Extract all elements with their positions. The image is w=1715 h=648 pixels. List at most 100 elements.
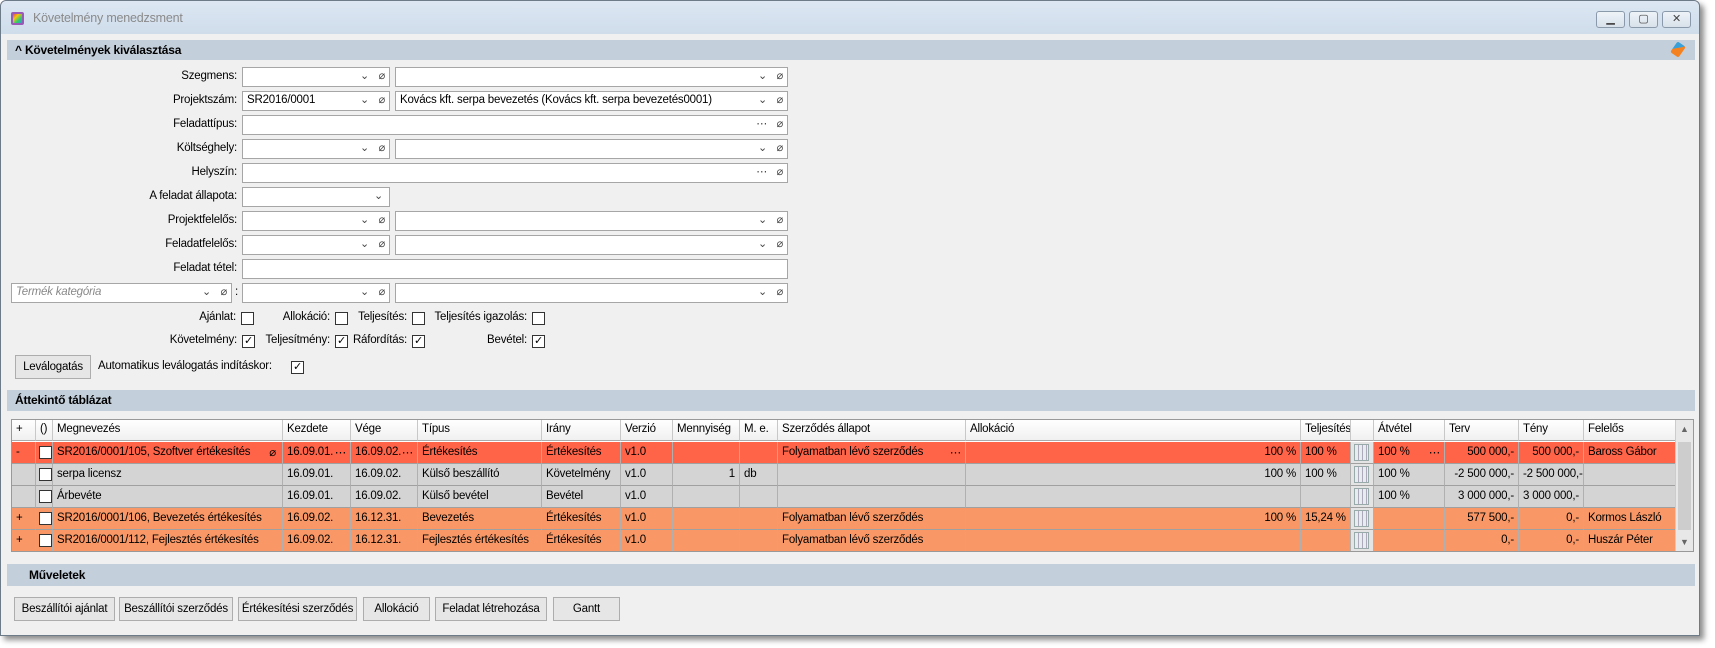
- paperclip-icon[interactable]: ⌀: [777, 117, 784, 130]
- paperclip-icon[interactable]: ⌀: [379, 285, 386, 298]
- chevron-down-icon[interactable]: ⌄: [758, 141, 767, 154]
- filter-section-header[interactable]: ^ Követelmények kiválasztása: [7, 40, 1695, 60]
- chevron-down-icon[interactable]: ⌄: [360, 213, 369, 226]
- column-header-14[interactable]: Átvétel: [1374, 420, 1445, 441]
- chevron-down-icon[interactable]: ⌄: [374, 189, 383, 202]
- követelmény-checkbox[interactable]: ✓: [242, 335, 255, 348]
- teljesítmény-checkbox[interactable]: ✓: [335, 335, 348, 348]
- table-row[interactable]: serpa licensz 16.09.01. 16.09.02. Külső bes…: [12, 464, 1676, 486]
- column-header-12[interactable]: Teljesítés: [1301, 420, 1351, 441]
- projektfelelős-combo[interactable]: ⌄ ⌀: [242, 211, 390, 231]
- collapse-icon[interactable]: ^: [15, 43, 22, 57]
- close-button[interactable]: ✕: [1662, 11, 1691, 28]
- paperclip-icon[interactable]: ⌀: [777, 141, 784, 154]
- action-button-feladat-létrehozása[interactable]: Feladat létrehozása: [435, 597, 547, 621]
- paperclip-icon[interactable]: ⌀: [221, 285, 228, 298]
- action-button-értékesítési-szerződés[interactable]: Értékesítési szerződés: [238, 597, 357, 621]
- scroll-up-icon[interactable]: ▲: [1680, 424, 1689, 434]
- feladatfelelős-name-combo[interactable]: ⌄ ⌀: [395, 235, 788, 255]
- table-row[interactable]: Árbevéte 16.09.01. 16.09.02. Külső bevétel B…: [12, 486, 1676, 508]
- paperclip-icon[interactable]: ⌀: [777, 69, 784, 82]
- szegmens-name-combo[interactable]: ⌄ ⌀: [395, 67, 788, 87]
- column-header-5[interactable]: Típus: [418, 420, 542, 441]
- paperclip-icon[interactable]: ⌀: [269, 445, 276, 459]
- column-header-16[interactable]: Tény: [1519, 420, 1584, 441]
- table-cell[interactable]: [36, 508, 53, 530]
- column-header-17[interactable]: Felelős: [1584, 420, 1676, 441]
- action-button-beszállítói-ajánlat[interactable]: Beszállítói ajánlat: [14, 597, 115, 621]
- column-header-11[interactable]: Allokáció: [966, 420, 1301, 441]
- grid-icon[interactable]: [1354, 488, 1369, 505]
- grid-icon[interactable]: [1354, 466, 1369, 483]
- chevron-down-icon[interactable]: ⌄: [758, 93, 767, 106]
- row-checkbox[interactable]: [39, 534, 52, 547]
- minimize-button[interactable]: ▁: [1596, 11, 1625, 28]
- paperclip-icon[interactable]: ⌀: [777, 285, 784, 298]
- column-header-2[interactable]: Megnevezés: [53, 420, 283, 441]
- paperclip-icon[interactable]: ⌀: [777, 165, 784, 178]
- eraser-icon[interactable]: [1670, 41, 1686, 58]
- ráfordítás-checkbox[interactable]: ✓: [412, 335, 425, 348]
- column-header-15[interactable]: Terv: [1445, 420, 1519, 441]
- table-row[interactable]: - SR2016/0001/105, Szoftver értékesítés ⌀ 1…: [12, 442, 1676, 464]
- column-header-0[interactable]: +: [12, 420, 36, 441]
- chevron-down-icon[interactable]: ⌄: [360, 69, 369, 82]
- expand-toggle[interactable]: -: [16, 446, 20, 458]
- paperclip-icon[interactable]: ⌀: [777, 237, 784, 250]
- a-feladat-állapota-combo[interactable]: ⌄: [242, 187, 390, 207]
- chevron-down-icon[interactable]: ⌄: [202, 285, 211, 298]
- grid-icon[interactable]: [1354, 532, 1369, 549]
- row-checkbox[interactable]: [39, 490, 52, 503]
- chevron-down-icon[interactable]: ⌄: [758, 285, 767, 298]
- feladatfelelős-combo[interactable]: ⌄ ⌀: [242, 235, 390, 255]
- filter-button[interactable]: Leválogatás: [15, 355, 91, 379]
- table-cell[interactable]: [36, 464, 53, 486]
- projektfelelős-name-combo[interactable]: ⌄ ⌀: [395, 211, 788, 231]
- table-cell[interactable]: [12, 464, 36, 486]
- column-header-10[interactable]: Szerződés állapot: [778, 420, 966, 441]
- paperclip-icon[interactable]: ⌀: [777, 213, 784, 226]
- chevron-down-icon[interactable]: ⌄: [758, 213, 767, 226]
- product-category-value-combo[interactable]: ⌄ ⌀: [242, 283, 390, 303]
- paperclip-icon[interactable]: ⌀: [777, 93, 784, 106]
- column-header-9[interactable]: M. e.: [740, 420, 778, 441]
- chevron-down-icon[interactable]: ⌄: [360, 141, 369, 154]
- table-cell[interactable]: [36, 442, 53, 464]
- scroll-down-icon[interactable]: ▼: [1680, 537, 1689, 547]
- product-category-combo[interactable]: Termék kategória ⌄ ⌀: [11, 283, 232, 303]
- feladattípus-input[interactable]: ⋯ ⌀: [242, 115, 788, 135]
- projektszám-name-combo[interactable]: Kovács kft. serpa bevezetés (Kovács kft.…: [395, 91, 788, 111]
- ellipsis-icon[interactable]: ⋯: [756, 117, 767, 130]
- row-checkbox[interactable]: [39, 468, 52, 481]
- table-cell[interactable]: +: [12, 508, 36, 530]
- ellipsis-icon[interactable]: ⋯: [756, 165, 767, 178]
- action-button-gantt[interactable]: Gantt: [553, 597, 620, 621]
- ellipsis-icon[interactable]: ⋯: [402, 445, 414, 459]
- paperclip-icon[interactable]: ⌀: [379, 237, 386, 250]
- paperclip-icon[interactable]: ⌀: [379, 69, 386, 82]
- paperclip-icon[interactable]: ⌀: [379, 141, 386, 154]
- ellipsis-icon[interactable]: ⋯: [950, 445, 962, 459]
- action-button-beszállítói-szerződés[interactable]: Beszállítói szerződés: [119, 597, 233, 621]
- ellipsis-icon[interactable]: ⋯: [335, 445, 347, 459]
- chevron-down-icon[interactable]: ⌄: [758, 237, 767, 250]
- paperclip-icon[interactable]: ⌀: [379, 93, 386, 106]
- row-checkbox[interactable]: [39, 446, 52, 459]
- chevron-down-icon[interactable]: ⌄: [360, 93, 369, 106]
- column-header-1[interactable]: (): [36, 420, 53, 441]
- teljesítés-checkbox[interactable]: [412, 312, 425, 325]
- action-button-allokáció[interactable]: Allokáció: [363, 597, 430, 621]
- table-cell[interactable]: [12, 486, 36, 508]
- table-row[interactable]: + SR2016/0001/112, Fejlesztés értékesítés…: [12, 530, 1676, 551]
- row-checkbox[interactable]: [39, 512, 52, 525]
- table-cell[interactable]: +: [12, 530, 36, 551]
- table-cell[interactable]: [36, 530, 53, 551]
- chevron-down-icon[interactable]: ⌄: [360, 237, 369, 250]
- költséghely-name-combo[interactable]: ⌄ ⌀: [395, 139, 788, 159]
- paperclip-icon[interactable]: ⌀: [379, 213, 386, 226]
- bevétel-checkbox[interactable]: ✓: [532, 335, 545, 348]
- allokáció-checkbox[interactable]: [335, 312, 348, 325]
- auto-filter-checkbox[interactable]: ✓: [291, 361, 304, 374]
- column-header-3[interactable]: Kezdete: [283, 420, 351, 441]
- chevron-down-icon[interactable]: ⌄: [758, 69, 767, 82]
